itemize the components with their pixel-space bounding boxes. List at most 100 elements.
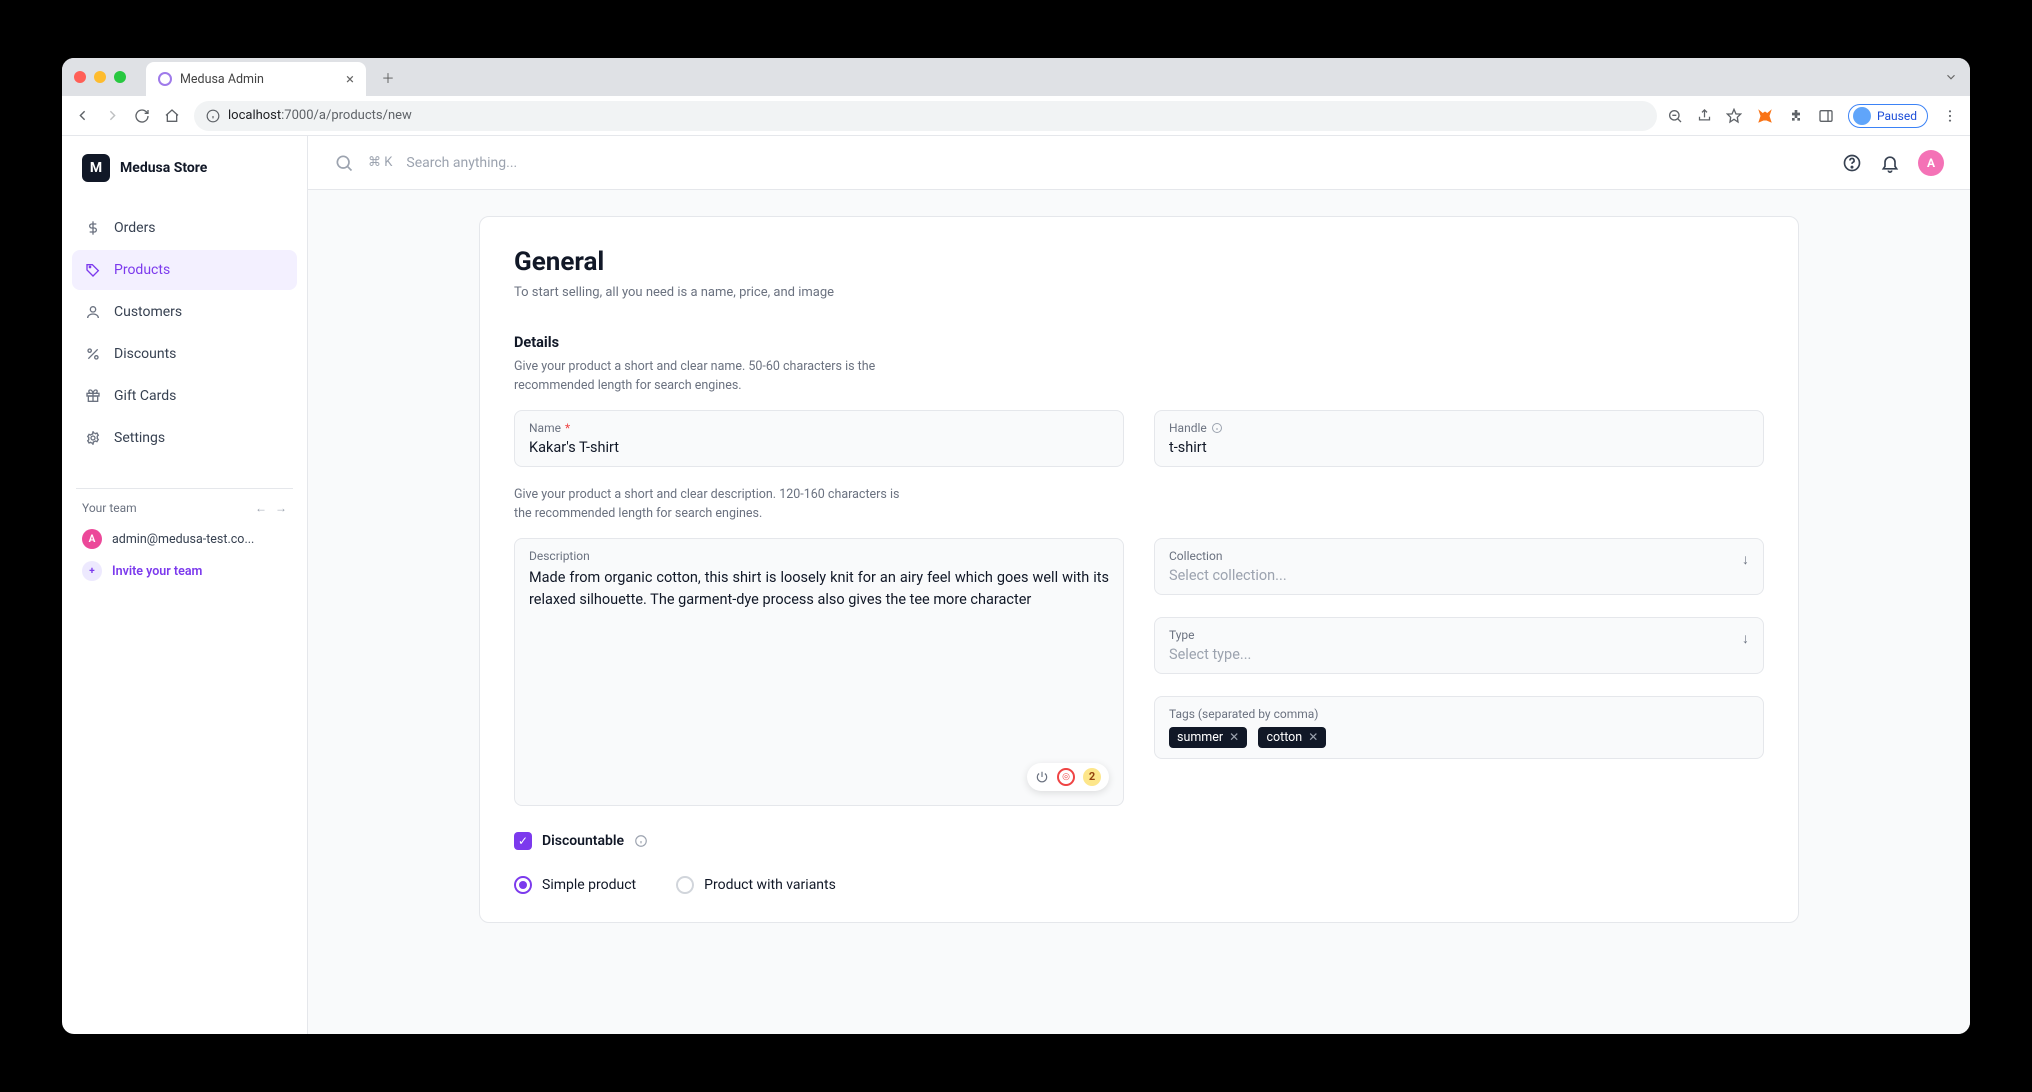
- discountable-checkbox[interactable]: ✓: [514, 832, 532, 850]
- sidebar-item-label: Settings: [114, 430, 165, 446]
- invite-team-label: Invite your team: [112, 564, 202, 579]
- profile-status-text: Paused: [1877, 109, 1917, 123]
- type-label: Type: [1169, 628, 1749, 642]
- handle-field[interactable]: Handle t-shirt: [1154, 410, 1764, 467]
- sidebar-nav: Orders Products Customers Discounts Gift…: [62, 200, 307, 466]
- details-hint: Give your product a short and clear name…: [514, 357, 914, 396]
- url-host: localhost:7000/a/products/new: [228, 108, 412, 123]
- team-prev-icon[interactable]: ←: [255, 501, 267, 515]
- radio-simple-product[interactable]: Simple product: [514, 876, 636, 894]
- name-field[interactable]: Name* Kakar's T-shirt: [514, 410, 1124, 467]
- sidebar-item-label: Customers: [114, 304, 182, 320]
- window-close-icon[interactable]: [74, 71, 86, 83]
- plus-icon: +: [82, 561, 102, 581]
- tag-remove-icon[interactable]: ✕: [1308, 730, 1318, 744]
- search-icon[interactable]: [334, 153, 354, 173]
- sidebar: M Medusa Store Orders Products Customers: [62, 136, 308, 1034]
- discountable-row[interactable]: ✓ Discountable: [514, 832, 1764, 850]
- chevron-down-icon: ↓: [1742, 630, 1749, 647]
- sidebar-item-label: Products: [114, 262, 170, 278]
- zoom-icon[interactable]: [1667, 108, 1683, 124]
- share-icon[interactable]: [1697, 108, 1712, 123]
- required-mark: *: [565, 421, 570, 435]
- tab-overflow-icon[interactable]: [1944, 70, 1958, 84]
- nav-forward-icon[interactable]: [104, 107, 124, 124]
- window-minimize-icon[interactable]: [94, 71, 106, 83]
- sidebar-item-giftcards[interactable]: Gift Cards: [72, 376, 297, 416]
- collection-field[interactable]: ↓ Collection Select collection...: [1154, 538, 1764, 595]
- chevron-down-icon: ↓: [1742, 551, 1749, 568]
- team-next-icon[interactable]: →: [275, 501, 287, 515]
- side-panel-icon[interactable]: [1818, 108, 1834, 124]
- info-icon[interactable]: [634, 834, 648, 848]
- team-title: Your team: [82, 501, 137, 515]
- description-hint: Give your product a short and clear desc…: [514, 485, 914, 524]
- user-icon: [84, 303, 102, 321]
- sidebar-item-customers[interactable]: Customers: [72, 292, 297, 332]
- bell-icon[interactable]: [1880, 153, 1900, 173]
- team-member-email: admin@medusa-test.co...: [112, 532, 254, 547]
- collection-placeholder: Select collection...: [1169, 567, 1749, 584]
- sidebar-item-label: Discounts: [114, 346, 176, 362]
- team-member-row[interactable]: A admin@medusa-test.co...: [76, 523, 293, 555]
- help-icon[interactable]: [1842, 153, 1862, 173]
- tags-field[interactable]: Tags (separated by comma) summer ✕ cotton…: [1154, 696, 1764, 759]
- gear-icon: [84, 429, 102, 447]
- sidebar-item-discounts[interactable]: Discounts: [72, 334, 297, 374]
- main: ⌘ K Search anything... A General To star…: [308, 136, 1970, 1034]
- brand[interactable]: M Medusa Store: [62, 136, 307, 200]
- collection-label: Collection: [1169, 549, 1749, 563]
- browser-tab-bar: Medusa Admin × ＋: [62, 58, 1970, 96]
- new-tab-button[interactable]: ＋: [374, 63, 402, 91]
- sidebar-item-products[interactable]: Products: [72, 250, 297, 290]
- discountable-label: Discountable: [542, 833, 624, 849]
- name-label: Name: [529, 421, 561, 435]
- dollar-icon: [84, 219, 102, 237]
- team-section: Your team ← → A admin@medusa-test.co... …: [62, 488, 307, 587]
- tab-title: Medusa Admin: [180, 72, 264, 87]
- window-maximize-icon[interactable]: [114, 71, 126, 83]
- team-member-avatar: A: [82, 529, 102, 549]
- content-area: General To start selling, all you need i…: [308, 190, 1970, 1034]
- info-icon[interactable]: [1211, 422, 1223, 434]
- tab-close-icon[interactable]: ×: [346, 70, 354, 88]
- browser-menu-icon[interactable]: [1942, 108, 1958, 124]
- nav-home-icon[interactable]: [164, 108, 184, 124]
- tag-chip[interactable]: cotton✕: [1258, 727, 1326, 748]
- team-title-row: Your team ← →: [76, 501, 293, 523]
- radio-variants-product[interactable]: Product with variants: [676, 876, 836, 894]
- bookmark-star-icon[interactable]: [1726, 108, 1742, 124]
- url-field[interactable]: localhost:7000/a/products/new: [194, 101, 1657, 131]
- sidebar-item-orders[interactable]: Orders: [72, 208, 297, 248]
- extension-metamask-icon[interactable]: [1756, 107, 1774, 125]
- browser-tab[interactable]: Medusa Admin ×: [146, 62, 366, 96]
- user-avatar[interactable]: A: [1918, 150, 1944, 176]
- invite-team-button[interactable]: + Invite your team: [76, 555, 293, 587]
- grammar-widget[interactable]: ◎ 2: [1027, 763, 1109, 791]
- tag-chip[interactable]: summer ✕: [1169, 727, 1247, 748]
- sidebar-item-settings[interactable]: Settings: [72, 418, 297, 458]
- app: M Medusa Store Orders Products Customers: [62, 136, 1970, 1034]
- power-icon[interactable]: [1035, 770, 1049, 784]
- page-title: General: [514, 247, 1764, 277]
- sidebar-item-label: Orders: [114, 220, 156, 236]
- browser-address-bar: localhost:7000/a/products/new Paused: [62, 96, 1970, 136]
- type-placeholder: Select type...: [1169, 646, 1749, 663]
- product-form-card: General To start selling, all you need i…: [479, 216, 1799, 923]
- tab-favicon-icon: [158, 72, 172, 86]
- radio-variants-label: Product with variants: [704, 877, 836, 893]
- extensions-icon[interactable]: [1788, 108, 1804, 124]
- tag-text: summer: [1177, 730, 1223, 745]
- profile-avatar-icon: [1853, 107, 1871, 125]
- tag-remove-icon[interactable]: ✕: [1229, 730, 1239, 744]
- nav-reload-icon[interactable]: [134, 108, 154, 124]
- tags-label: Tags (separated by comma): [1169, 707, 1749, 721]
- site-info-icon: [206, 109, 220, 123]
- grammar-count-badge: 2: [1083, 768, 1101, 786]
- type-field[interactable]: ↓ Type Select type...: [1154, 617, 1764, 674]
- search-input[interactable]: Search anything...: [406, 155, 517, 171]
- description-field[interactable]: Description Made from organic cotton, th…: [514, 538, 1124, 806]
- topbar: ⌘ K Search anything... A: [308, 136, 1970, 190]
- profile-status-chip[interactable]: Paused: [1848, 104, 1928, 128]
- nav-back-icon[interactable]: [74, 107, 94, 124]
